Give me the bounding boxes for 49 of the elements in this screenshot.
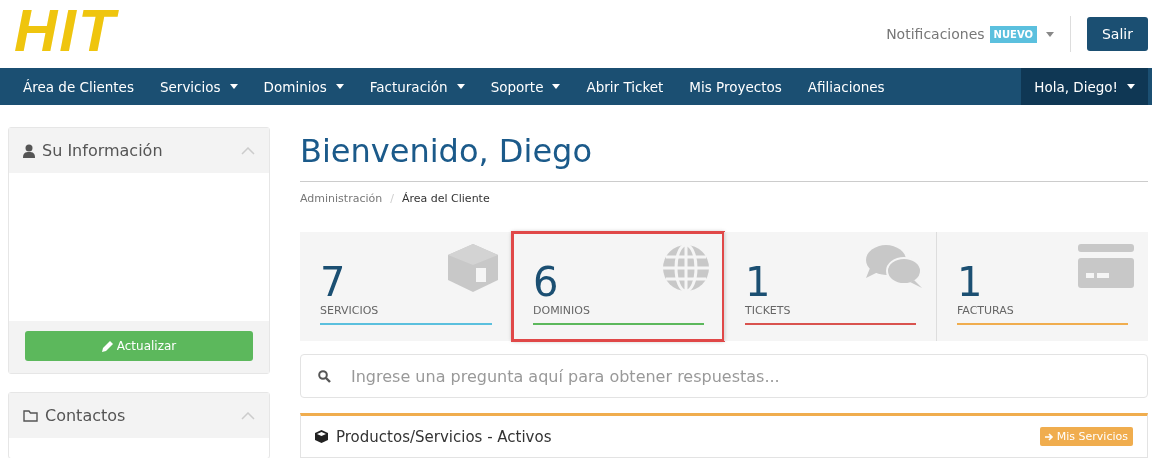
nav-item[interactable]: Afiliaciones — [794, 68, 898, 105]
credit-card-icon — [1078, 244, 1134, 288]
new-badge: NUEVO — [989, 25, 1037, 43]
breadcrumb-separator: / — [390, 192, 394, 205]
nav-item[interactable]: Abrir Ticket — [573, 68, 677, 105]
cube-icon — [448, 244, 498, 292]
arrow-right-icon — [1044, 432, 1054, 441]
stat-tile[interactable]: 1 TICKETS — [724, 232, 936, 341]
caret-icon — [335, 84, 344, 89]
pencil-icon — [101, 340, 113, 352]
stat-tile[interactable]: 6 DOMINIOS — [512, 232, 724, 341]
stat-label: SERVICIOS — [320, 304, 379, 317]
globe-icon — [662, 244, 710, 292]
search-field[interactable]: Ingrese una pregunta aquí para obtener respuestas... — [300, 354, 1148, 398]
cube-icon — [315, 430, 328, 443]
caret-icon — [552, 84, 561, 89]
notifications-menu[interactable]: Notificaciones NUEVO — [880, 16, 1071, 52]
stat-label: TICKETS — [745, 304, 791, 317]
collapse-icon[interactable] — [241, 146, 255, 155]
page-title: Bienvenido, Diego — [300, 127, 1148, 182]
breadcrumb-item: Área del Cliente — [401, 192, 490, 205]
stat-count: 1 — [745, 260, 771, 304]
nav-item[interactable]: Servicios — [146, 68, 251, 105]
panel-title: Su Información — [42, 141, 164, 160]
nav-item[interactable]: Área de Clientes — [10, 68, 147, 105]
breadcrumb-item[interactable]: Administración — [300, 192, 383, 205]
nav-item[interactable]: Dominios — [250, 68, 357, 105]
folder-icon — [23, 409, 38, 422]
stat-count: 7 — [320, 260, 346, 304]
chat-bubbles-icon — [866, 244, 922, 290]
nav-item[interactable]: Mis Proyectos — [676, 68, 795, 105]
caret-icon — [229, 84, 238, 89]
user-menu[interactable]: Hola, Diego! — [1021, 68, 1148, 105]
caret-icon — [1127, 84, 1135, 89]
stat-count: 6 — [533, 260, 559, 304]
nav-item[interactable]: Facturación — [356, 68, 478, 105]
stat-label: FACTURAS — [957, 304, 1014, 317]
caret-icon — [1046, 31, 1054, 37]
panel-title: Productos/Servicios - Activos — [336, 427, 553, 446]
stat-label: DOMINIOS — [533, 304, 590, 317]
logout-button[interactable]: Salir — [1087, 17, 1148, 51]
user-icon — [23, 143, 35, 158]
nav-item[interactable]: Soporte — [477, 68, 574, 105]
caret-icon — [456, 84, 465, 89]
stat-tile[interactable]: 1 FACTURAS — [936, 232, 1148, 341]
stat-tile[interactable]: 7 SERVICIOS — [300, 232, 512, 341]
stat-count: 1 — [957, 260, 983, 304]
collapse-icon[interactable] — [241, 411, 255, 420]
panel-title: Contactos — [45, 406, 127, 425]
